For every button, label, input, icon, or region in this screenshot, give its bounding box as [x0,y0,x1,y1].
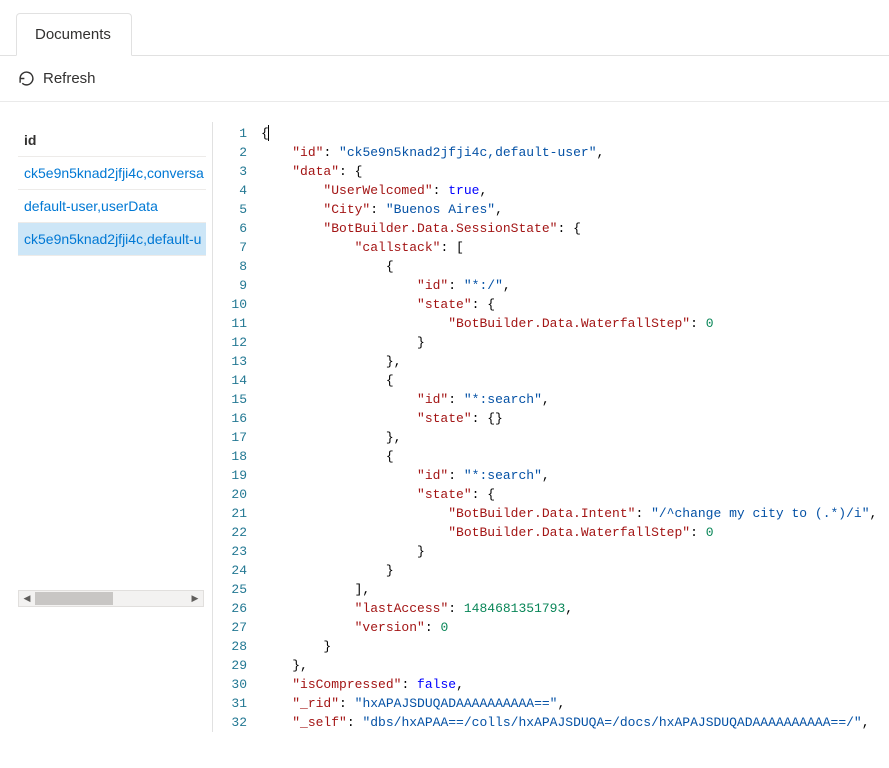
tab-documents[interactable]: Documents [16,13,132,56]
line-number: 12 [213,333,261,352]
code-line[interactable]: "id": "ck5e9n5knad2jfji4c,default-user", [261,143,889,162]
line-number: 32 [213,713,261,732]
code-line[interactable]: "id": "*:search", [261,466,889,485]
line-number: 19 [213,466,261,485]
code-line[interactable]: { [261,371,889,390]
line-number: 7 [213,238,261,257]
code-line[interactable]: "lastAccess": 1484681351793, [261,599,889,618]
line-number: 28 [213,637,261,656]
code-line[interactable]: }, [261,428,889,447]
line-number: 5 [213,200,261,219]
line-number: 1 [213,124,261,143]
document-list-item[interactable]: ck5e9n5knad2jfji4c,default-u [18,223,206,256]
line-number: 31 [213,694,261,713]
code-line[interactable]: } [261,637,889,656]
line-number: 22 [213,523,261,542]
body: id ck5e9n5knad2jfji4c,conversadefault-us… [0,102,889,732]
toolbar: Refresh [0,56,889,102]
code-line[interactable]: }, [261,352,889,371]
code-line[interactable]: "version": 0 [261,618,889,637]
code-line[interactable]: } [261,561,889,580]
line-number: 13 [213,352,261,371]
line-number: 21 [213,504,261,523]
code-line[interactable]: ], [261,580,889,599]
line-number: 25 [213,580,261,599]
code-line[interactable]: "BotBuilder.Data.WaterfallStep": 0 [261,523,889,542]
line-number: 11 [213,314,261,333]
line-number: 2 [213,143,261,162]
code-line[interactable]: "City": "Buenos Aires", [261,200,889,219]
code-line[interactable]: }, [261,656,889,675]
line-number: 3 [213,162,261,181]
code-line[interactable]: "_rid": "hxAPAJSDUQADAAAAAAAAAA==", [261,694,889,713]
line-number: 18 [213,447,261,466]
code-line[interactable]: { [261,257,889,276]
code-line[interactable]: { [261,447,889,466]
code-line[interactable]: "state": { [261,485,889,504]
refresh-icon[interactable] [18,70,35,87]
line-number: 24 [213,561,261,580]
code-line[interactable]: "id": "*:search", [261,390,889,409]
line-number: 29 [213,656,261,675]
code-line[interactable]: } [261,542,889,561]
line-number: 26 [213,599,261,618]
code-line[interactable]: { [261,124,889,143]
document-list-item[interactable]: ck5e9n5knad2jfji4c,conversa [18,157,206,190]
code-line[interactable]: "_self": "dbs/hxAPAA==/colls/hxAPAJSDUQA… [261,713,889,732]
line-number: 30 [213,675,261,694]
code-line[interactable]: "BotBuilder.Data.Intent": "/^change my c… [261,504,889,523]
line-number: 4 [213,181,261,200]
line-number: 8 [213,257,261,276]
code-line[interactable]: "callstack": [ [261,238,889,257]
code-line[interactable]: } [261,333,889,352]
line-number: 27 [213,618,261,637]
tabstrip: Documents [0,0,889,56]
code-line[interactable]: "data": { [261,162,889,181]
scroll-track[interactable] [35,591,187,606]
line-number: 17 [213,428,261,447]
refresh-button[interactable]: Refresh [43,70,96,87]
line-number: 16 [213,409,261,428]
sidebar-column-header: id [18,126,206,157]
line-number: 10 [213,295,261,314]
sidebar-horizontal-scrollbar[interactable]: ◀ ▶ [18,590,204,607]
code-line[interactable]: "state": { [261,295,889,314]
code-line[interactable]: "id": "*:/", [261,276,889,295]
code-line[interactable]: "UserWelcomed": true, [261,181,889,200]
document-list-item[interactable]: default-user,userData [18,190,206,223]
line-number: 14 [213,371,261,390]
line-number: 23 [213,542,261,561]
scroll-thumb[interactable] [35,592,113,605]
scroll-right-arrow-icon[interactable]: ▶ [187,591,203,606]
code-line[interactable]: "BotBuilder.Data.WaterfallStep": 0 [261,314,889,333]
document-list: ck5e9n5knad2jfji4c,conversadefault-user,… [18,157,206,256]
code-line[interactable]: "BotBuilder.Data.SessionState": { [261,219,889,238]
json-editor[interactable]: 1{2 "id": "ck5e9n5knad2jfji4c,default-us… [213,102,889,732]
line-number: 9 [213,276,261,295]
code-line[interactable]: "state": {} [261,409,889,428]
code-line[interactable]: "isCompressed": false, [261,675,889,694]
scroll-left-arrow-icon[interactable]: ◀ [19,591,35,606]
sidebar: id ck5e9n5knad2jfji4c,conversadefault-us… [0,102,206,732]
line-number: 6 [213,219,261,238]
line-number: 15 [213,390,261,409]
line-number: 20 [213,485,261,504]
